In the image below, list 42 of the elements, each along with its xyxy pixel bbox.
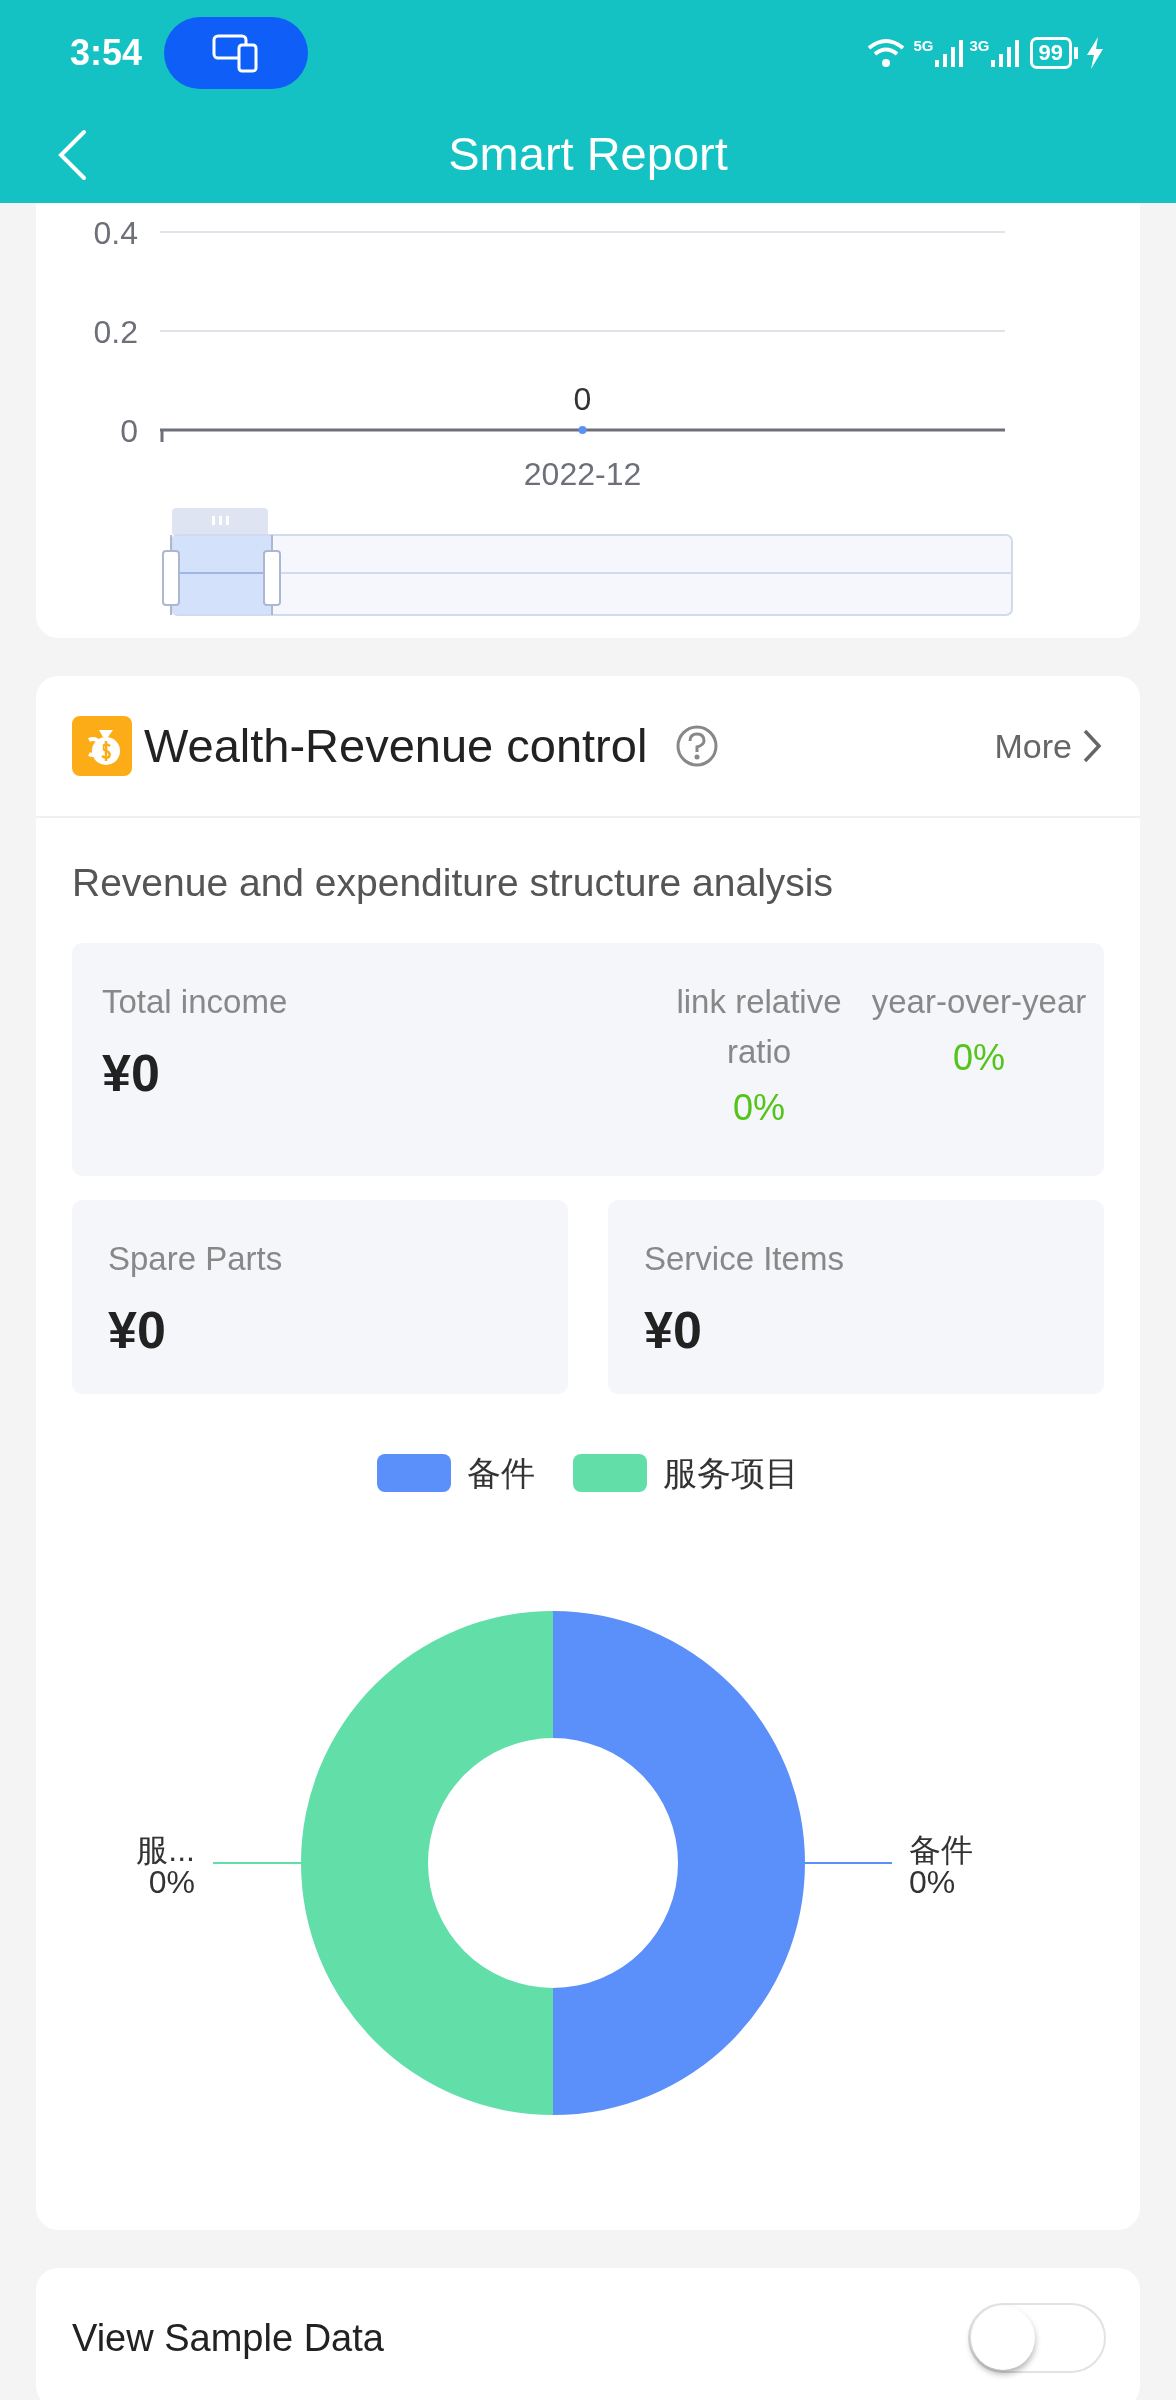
chevron-right-icon — [1082, 728, 1102, 764]
battery-tip — [1074, 46, 1078, 59]
stat-value: ¥0 — [644, 1300, 703, 1361]
network-type: 5G — [913, 37, 934, 53]
section-subtitle: Revenue and expenditure structure analysis — [72, 860, 834, 906]
page-title: Smart Report — [448, 125, 728, 182]
devices-icon — [212, 32, 261, 73]
signal-icon — [933, 37, 964, 68]
stat-label: Service Items — [644, 1238, 845, 1279]
status-time: 3:54 — [70, 30, 143, 75]
back-icon — [57, 129, 87, 181]
toggle-switch[interactable] — [968, 2303, 1106, 2373]
legend-item[interactable]: 备件 — [377, 1447, 535, 1499]
help-icon[interactable] — [675, 724, 720, 768]
battery-level: 99 — [1029, 36, 1072, 69]
axis-tick-label: 0.4 — [93, 215, 138, 251]
data-point — [578, 426, 587, 434]
network-type: 3G — [969, 37, 990, 53]
card-title: Wealth-Revenue control — [144, 717, 648, 774]
signal-icon — [989, 37, 1020, 68]
setting-label: View Sample Data — [72, 2315, 385, 2361]
ratio-value: 0% — [733, 1085, 785, 1130]
money-bag-icon — [72, 716, 132, 776]
charging-icon — [1084, 35, 1106, 70]
stat-value: ¥0 — [108, 1300, 167, 1361]
ratio-label: link relative ratio — [675, 981, 843, 1072]
toggle-thumb — [971, 2306, 1035, 2370]
more-link[interactable]: More — [994, 720, 1102, 772]
ratio-label: year-over-year — [871, 981, 1087, 1022]
donut-slice[interactable] — [301, 1610, 553, 2115]
ratio-value: 0% — [953, 1035, 1005, 1080]
stat-label: Total income — [102, 981, 289, 1022]
legend-item[interactable]: 服务项目 — [573, 1447, 799, 1499]
data-label: 0 — [573, 381, 592, 417]
axis-tick-label: 0.2 — [93, 314, 138, 350]
axis-tick-label: 0 — [120, 413, 138, 449]
stat-value: ¥0 — [102, 1043, 161, 1104]
stat-label: Spare Parts — [108, 1238, 284, 1279]
slice-label: 服... — [136, 1831, 195, 1868]
axis-tick-label: 2022-12 — [523, 456, 642, 492]
donut-slice[interactable] — [553, 1610, 805, 2115]
range-slider[interactable] — [162, 508, 1013, 616]
